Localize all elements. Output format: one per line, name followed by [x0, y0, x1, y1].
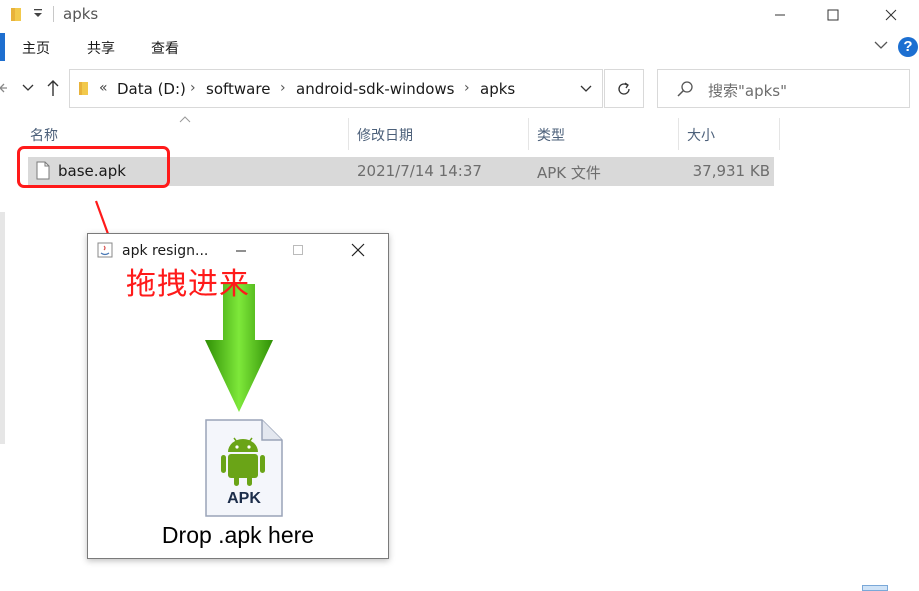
file-highlight-box	[17, 146, 170, 188]
navigation-pane-edge	[0, 212, 5, 444]
address-dropdown-icon[interactable]	[580, 84, 592, 94]
back-button[interactable]	[0, 78, 12, 98]
search-icon	[677, 81, 693, 97]
back-arrow-icon	[0, 83, 7, 93]
maximize-icon	[293, 245, 303, 255]
column-header-modified[interactable]: 修改日期	[349, 118, 529, 150]
address-overflow[interactable]: «	[99, 80, 108, 96]
title-bar: apks	[0, 0, 919, 30]
view-toggle-button[interactable]	[862, 585, 888, 591]
drag-in-annotation: 拖拽进来	[126, 267, 250, 302]
tab-view[interactable]: 查看	[151, 38, 179, 58]
title-separator	[53, 6, 54, 22]
close-button[interactable]	[868, 0, 914, 30]
help-button[interactable]: ?	[898, 37, 918, 57]
green-down-arrow-icon	[205, 284, 273, 412]
chevron-down-icon	[22, 84, 34, 91]
close-icon	[885, 9, 897, 21]
refresh-button[interactable]	[604, 69, 644, 108]
dialog-minimize-button[interactable]	[231, 241, 251, 259]
column-size-label: 大小	[687, 128, 715, 144]
up-button[interactable]	[45, 78, 61, 98]
refresh-icon	[618, 81, 630, 95]
breadcrumb-separator[interactable]: ›	[280, 80, 286, 96]
maximize-icon	[827, 9, 839, 21]
breadcrumb-apks[interactable]: apks	[480, 80, 515, 98]
ribbon-file-tab[interactable]	[0, 33, 5, 61]
java-app-icon	[97, 242, 113, 258]
breadcrumb-separator[interactable]: ›	[190, 80, 196, 96]
folder-icon	[79, 82, 88, 95]
dialog-title: apk resign...	[122, 243, 209, 259]
breadcrumb-separator[interactable]: ›	[464, 80, 470, 96]
column-modified-label: 修改日期	[357, 128, 413, 144]
close-icon	[351, 243, 365, 257]
quick-access-dropdown-icon[interactable]	[33, 6, 43, 20]
window-title: apks	[63, 5, 99, 23]
file-size: 37,931 KB	[692, 162, 770, 180]
search-placeholder: 搜索"apks"	[708, 82, 788, 100]
breadcrumb-drive[interactable]: Data (D:)	[117, 80, 186, 98]
drop-apk-label: Drop .apk here	[161, 522, 315, 548]
apk-badge-label: APK	[227, 490, 261, 507]
address-bar[interactable]: « Data (D:) › software › android-sdk-win…	[69, 69, 603, 108]
minimize-icon	[775, 14, 785, 16]
breadcrumb-software[interactable]: software	[206, 80, 270, 98]
breadcrumb-android-sdk[interactable]: android-sdk-windows	[296, 80, 455, 98]
file-modified: 2021/7/14 14:37	[357, 162, 482, 180]
file-type: APK 文件	[537, 164, 601, 182]
dialog-close-button[interactable]	[348, 241, 368, 259]
minimize-button[interactable]	[757, 0, 803, 30]
tab-home[interactable]: 主页	[22, 38, 50, 58]
recent-locations-button[interactable]	[20, 78, 36, 98]
folder-icon	[11, 8, 21, 21]
ribbon	[0, 30, 919, 62]
column-header-size[interactable]: 大小	[679, 118, 780, 150]
maximize-button[interactable]	[810, 0, 856, 30]
column-header-type[interactable]: 类型	[529, 118, 679, 150]
column-name-label: 名称	[30, 128, 58, 144]
column-type-label: 类型	[537, 128, 565, 144]
ribbon-collapse-icon[interactable]	[874, 40, 888, 50]
tab-share[interactable]: 共享	[87, 38, 115, 58]
search-box[interactable]: 搜索"apks"	[657, 69, 910, 108]
dialog-maximize-button[interactable]	[288, 241, 308, 259]
up-arrow-icon	[47, 80, 59, 96]
minimize-icon	[236, 250, 246, 252]
